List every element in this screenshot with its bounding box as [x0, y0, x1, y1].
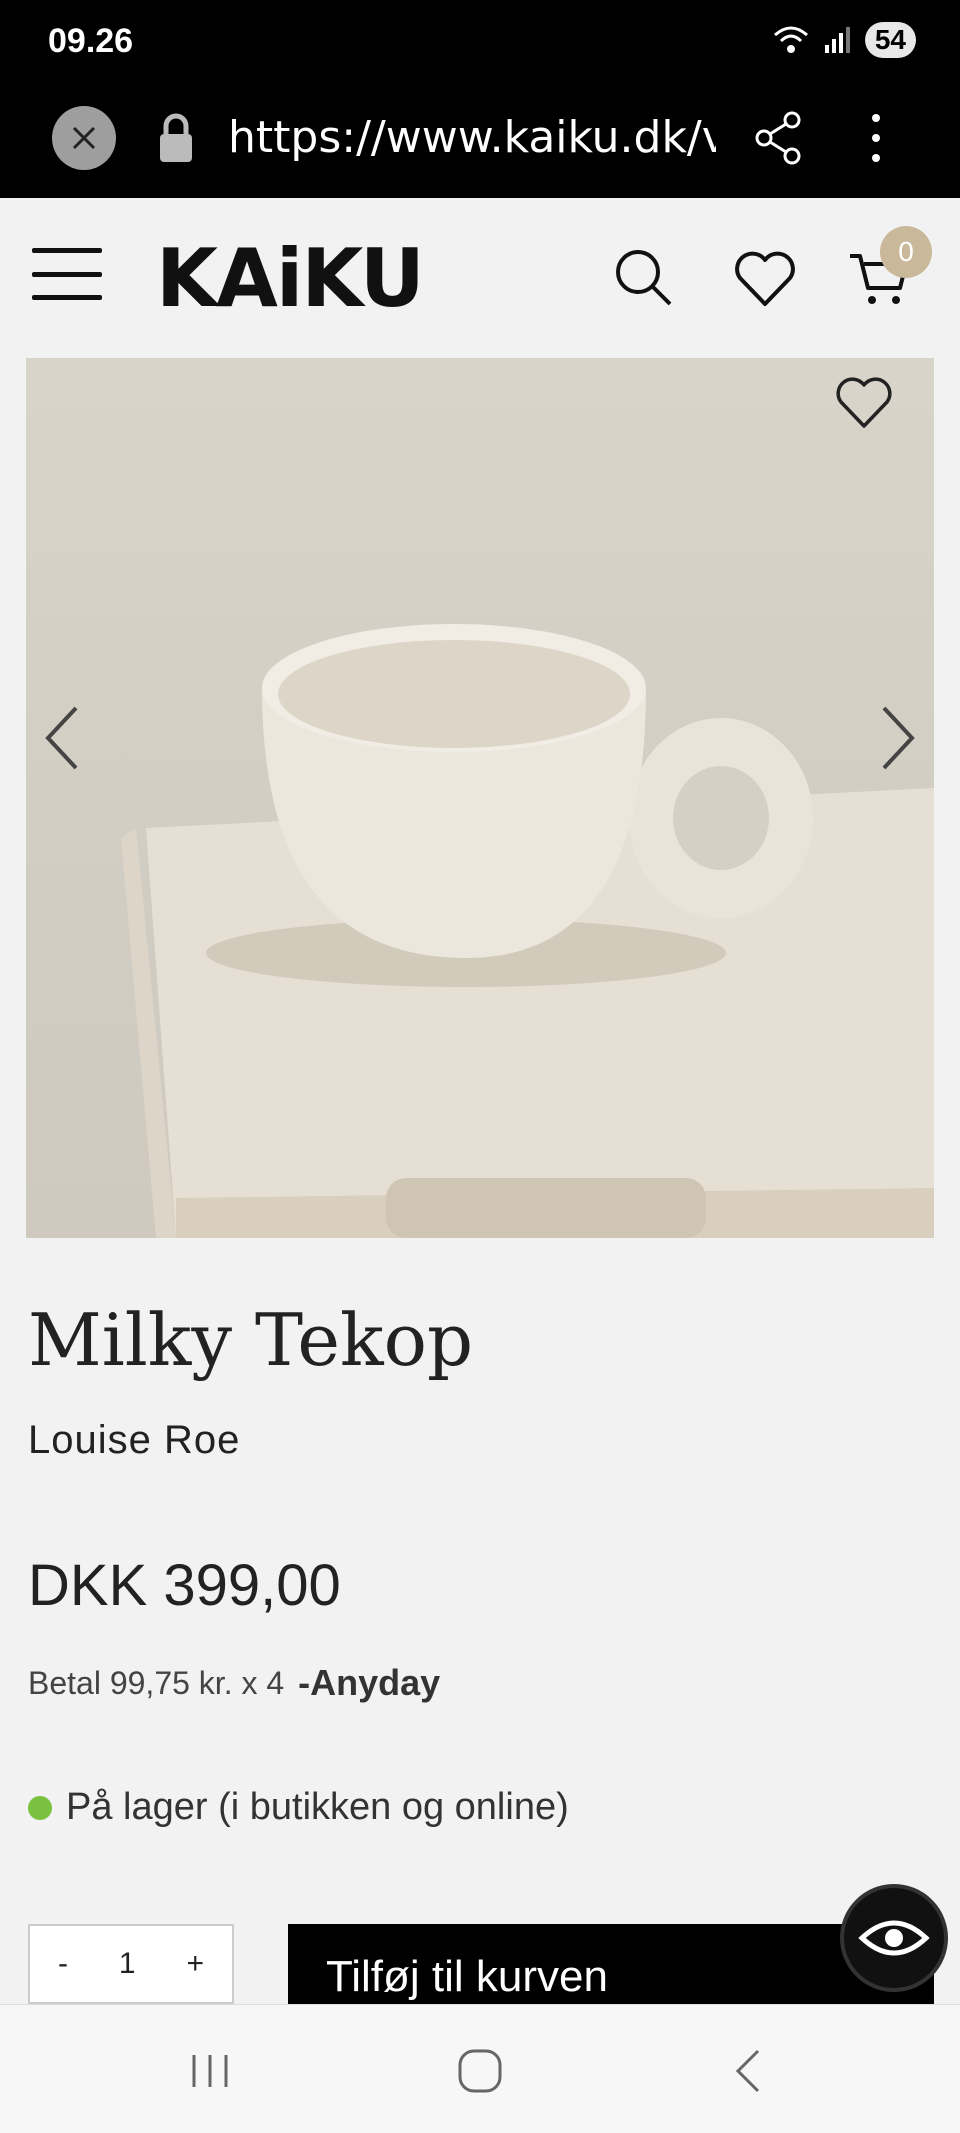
- anyday-label: Anyday: [310, 1662, 441, 1703]
- url-text[interactable]: https://www.kaiku.dk/varer/milky-tekop: [228, 112, 716, 163]
- installment-text: Betal 99,75 kr. x 4: [28, 1664, 285, 1701]
- product-price: DKK 399,00: [28, 1553, 341, 1618]
- wishlist-heart-icon[interactable]: [732, 248, 798, 308]
- accessibility-widget-button[interactable]: [840, 1884, 948, 1992]
- lock-icon: [160, 113, 192, 162]
- more-options-icon[interactable]: [858, 108, 894, 168]
- chevron-left-icon[interactable]: [36, 698, 86, 778]
- chevron-right-icon[interactable]: [874, 698, 924, 778]
- add-to-cart-button[interactable]: Tilføj til kurven: [288, 1924, 934, 2004]
- stock-status-text: På lager (i butikken og online): [66, 1786, 569, 1828]
- anyday-dash-icon: -: [298, 1662, 311, 1703]
- share-icon[interactable]: [752, 110, 804, 166]
- recent-apps-icon[interactable]: [180, 2041, 240, 2101]
- battery-badge: 54: [864, 22, 916, 58]
- product-brand[interactable]: Louise Roe: [28, 1418, 240, 1463]
- product-title: Milky Tekop: [28, 1298, 474, 1382]
- home-icon[interactable]: [450, 2041, 510, 2101]
- search-icon[interactable]: [612, 246, 674, 308]
- quantity-value[interactable]: 1: [119, 1947, 136, 1981]
- stock-status: På lager (i butikken og online): [28, 1786, 569, 1829]
- quantity-plus-button[interactable]: +: [186, 1947, 204, 1981]
- close-icon: [72, 126, 96, 150]
- status-bar: 09.26 54: [0, 0, 960, 86]
- menu-icon[interactable]: [32, 248, 102, 300]
- anyday-logo: -Anyday: [298, 1662, 440, 1704]
- product-wishlist-icon[interactable]: [834, 374, 894, 430]
- android-nav-bar: [0, 2004, 960, 2133]
- status-time: 09.26: [48, 22, 134, 60]
- status-icons: 54: [771, 22, 916, 58]
- wifi-icon: [773, 26, 808, 53]
- site-header: KAiKU 0: [0, 198, 960, 358]
- in-stock-dot-icon: [28, 1795, 52, 1820]
- browser-url-bar: https://www.kaiku.dk/varer/milky-tekop: [0, 86, 960, 198]
- quantity-stepper: - 1 +: [28, 1924, 234, 2004]
- back-icon[interactable]: [720, 2041, 780, 2101]
- signal-icon: [824, 27, 850, 53]
- cart-count-badge: 0: [880, 226, 932, 278]
- eye-icon: [858, 1920, 930, 1956]
- installment-info: Betal 99,75 kr. x 4 -Anyday: [28, 1662, 440, 1704]
- close-tab-button[interactable]: [52, 106, 116, 170]
- product-photo-mug: [121, 624, 934, 1238]
- site-logo[interactable]: KAiKU: [156, 232, 425, 325]
- product-image-carousel[interactable]: [26, 358, 934, 1238]
- quantity-minus-button[interactable]: -: [58, 1947, 68, 1981]
